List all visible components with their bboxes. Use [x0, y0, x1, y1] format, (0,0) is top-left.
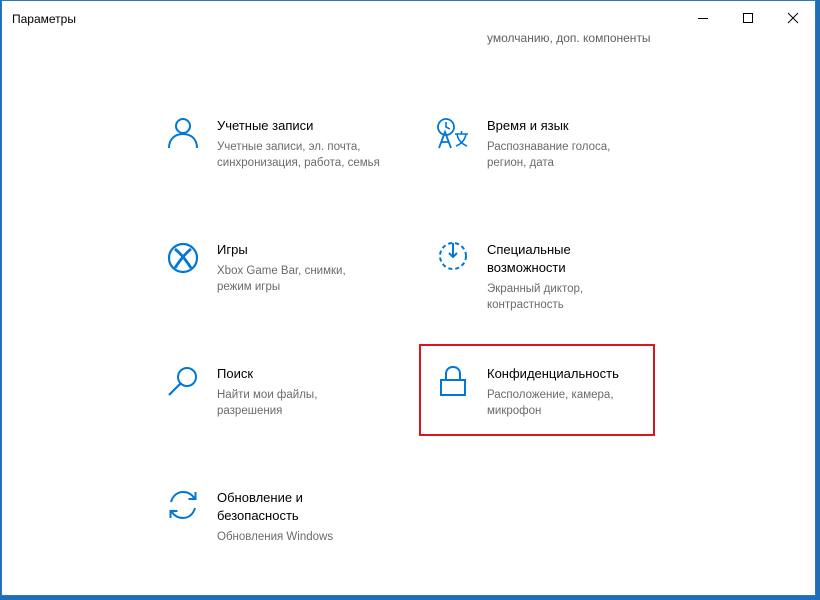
tile-gaming-title: Игры: [217, 242, 248, 257]
tile-search-title: Поиск: [217, 366, 254, 381]
xbox-icon: [167, 242, 199, 274]
privacy-highlight-frame: [419, 344, 655, 436]
accessibility-timer-icon: [439, 242, 467, 270]
tile-ease-of-access-title: Специальные возможности: [487, 242, 571, 275]
tile-gaming-description: Xbox Game Bar, снимки, режим игры: [217, 265, 346, 293]
minimize-button[interactable]: [680, 1, 726, 35]
time-language-icon: [437, 118, 468, 149]
tile-time-language-title: Время и язык: [487, 118, 569, 133]
minimize-icon: [698, 18, 708, 19]
window-title: Параметры: [12, 12, 76, 26]
sync-icon: [169, 490, 197, 520]
tile-accounts-title: Учетные записи: [217, 118, 314, 133]
settings-window: Параметры умолчанию, доп. компоненты Уче…: [1, 0, 816, 596]
tile-search-description: Найти мои файлы, разрешения: [217, 389, 318, 417]
tile-ease-of-access-description: Экранный диктор, контрастность: [487, 283, 584, 311]
maximize-button[interactable]: [725, 1, 771, 35]
close-button[interactable]: [770, 1, 815, 35]
tile-update-security-title: Обновление и безопасность: [217, 490, 303, 523]
maximize-icon: [743, 13, 753, 23]
title-bar: Параметры: [2, 1, 815, 35]
close-icon: [787, 12, 799, 24]
person-icon: [168, 118, 198, 149]
partial-tile-description: умолчанию, доп. компоненты: [487, 31, 651, 45]
tile-accounts-description: Учетные записи, эл. почта, синхронизация…: [217, 141, 380, 169]
tile-time-language-description: Распознавание голоса, регион, дата: [487, 141, 611, 169]
tile-update-security-description: Обновления Windows: [217, 531, 334, 543]
search-icon: [168, 367, 197, 396]
